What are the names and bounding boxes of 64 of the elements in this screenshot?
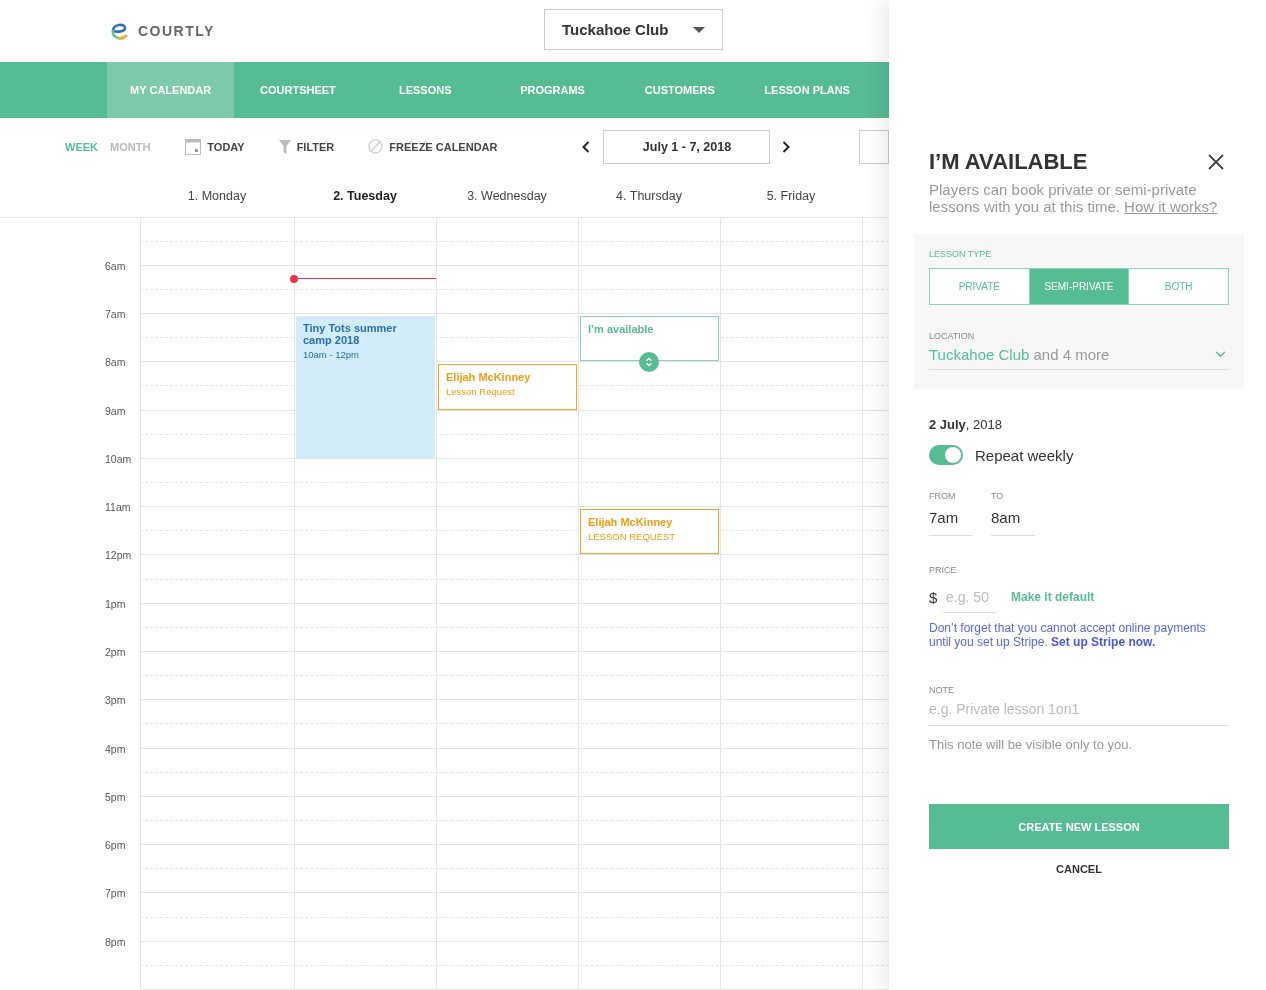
help-link[interactable]: How it works? (1124, 198, 1218, 215)
toolbar-action[interactable]: FREEZE CALENDAR (368, 139, 498, 155)
make-default-link[interactable]: Make it default (1011, 590, 1095, 604)
time-label: 9am (104, 404, 127, 417)
time-label: 3pm (104, 694, 127, 707)
nav-tab[interactable]: PROGRAMS (488, 61, 617, 119)
day-header: 3. Wednesday (466, 189, 548, 204)
view-tab[interactable]: WEEK (65, 141, 98, 153)
field-label: FROM (929, 491, 957, 501)
lesson-request-event[interactable]: Elijah McKinney LESSON REQUEST (580, 509, 719, 555)
time-label: 8am (104, 356, 127, 369)
time-label: 1pm (104, 597, 127, 610)
time-label: 6pm (104, 839, 127, 852)
day-header: 5. Friday (765, 189, 817, 204)
nav-tab[interactable]: MY CALENDAR (107, 61, 235, 119)
time-label: 7pm (104, 887, 127, 900)
time-label: 4pm (104, 742, 127, 755)
lesson-date: 2 July, 2018 (929, 417, 1003, 432)
nav-tab[interactable]: LESSONS (361, 61, 489, 119)
field-label: NOTE (929, 685, 955, 695)
nav-tab[interactable]: LESSON PLANS (743, 61, 871, 119)
cancel-button[interactable]: CANCEL (1056, 863, 1102, 875)
currency-symbol: $ (929, 588, 939, 606)
time-label: 2pm (104, 646, 127, 659)
time-label: 8pm (104, 935, 127, 948)
availability-block[interactable]: I’m available (580, 316, 719, 362)
view-tab[interactable]: MONTH (110, 141, 151, 153)
nav-tab[interactable]: CUSTOMERS (616, 61, 744, 119)
toolbar-action[interactable]: TODAY (185, 139, 245, 155)
stripe-notice: Don’t forget that you cannot accept online payments until you set up Stripe. Set up Stripe now. (929, 621, 1207, 649)
time-label: 5pm (104, 790, 127, 803)
from-field[interactable]: 7am (929, 509, 973, 536)
club-select[interactable]: Tuckahoe Club (544, 9, 723, 51)
panel-description: Players can book private or semi-private lessons with you at this time. How it works? (929, 181, 1219, 215)
field-label: LESSON TYPE (929, 249, 993, 259)
to-field[interactable]: 8am (991, 509, 1035, 536)
time-label: 7am (104, 308, 127, 321)
day-header: 4. Thursday (615, 189, 683, 204)
lesson-type-option[interactable]: SEMI-PRIVATE (1028, 269, 1129, 304)
field-label: PRICE (929, 565, 958, 575)
toolbar-action[interactable]: FILTER (278, 140, 335, 154)
price-field[interactable]: e.g. 50 (943, 589, 997, 613)
date-range: July 1 - 7, 2018 (603, 130, 771, 164)
toggle-label: Repeat weekly (975, 446, 1074, 464)
lesson-request-event[interactable]: Elijah McKinney Lesson Request (438, 364, 577, 410)
time-label: 12pm (104, 549, 133, 562)
lesson-type-option[interactable]: PRIVATE (930, 269, 1029, 304)
location-select[interactable]: Tuckahoe Club and 4 more (929, 346, 1229, 370)
stripe-link[interactable]: Set up Stripe now. (1051, 635, 1156, 649)
field-label: TO (991, 491, 1005, 501)
field-label: LOCATION (929, 331, 976, 341)
logo-text: COURTLY (138, 22, 215, 39)
lesson-type-option[interactable]: BOTH (1128, 269, 1228, 304)
note-field[interactable]: e.g. Private lesson 1on1 (929, 701, 1229, 726)
time-label: 10am (104, 452, 133, 465)
create-lesson-button[interactable]: CREATE NEW LESSON (929, 804, 1229, 849)
day-header: 2. Tuesday (332, 189, 398, 204)
time-label: 6am (104, 259, 127, 272)
time-label: 11am (104, 501, 132, 514)
day-header: 1. Monday (186, 189, 248, 204)
note-hint: This note will be visible only to you. (929, 737, 1134, 752)
program-event[interactable]: Tiny Tots summer camp 2018 10am - 12pm (296, 316, 435, 458)
panel-title: I’M AVAILABLE (929, 149, 1088, 175)
nav-tab[interactable]: COURTSHEET (234, 61, 362, 119)
